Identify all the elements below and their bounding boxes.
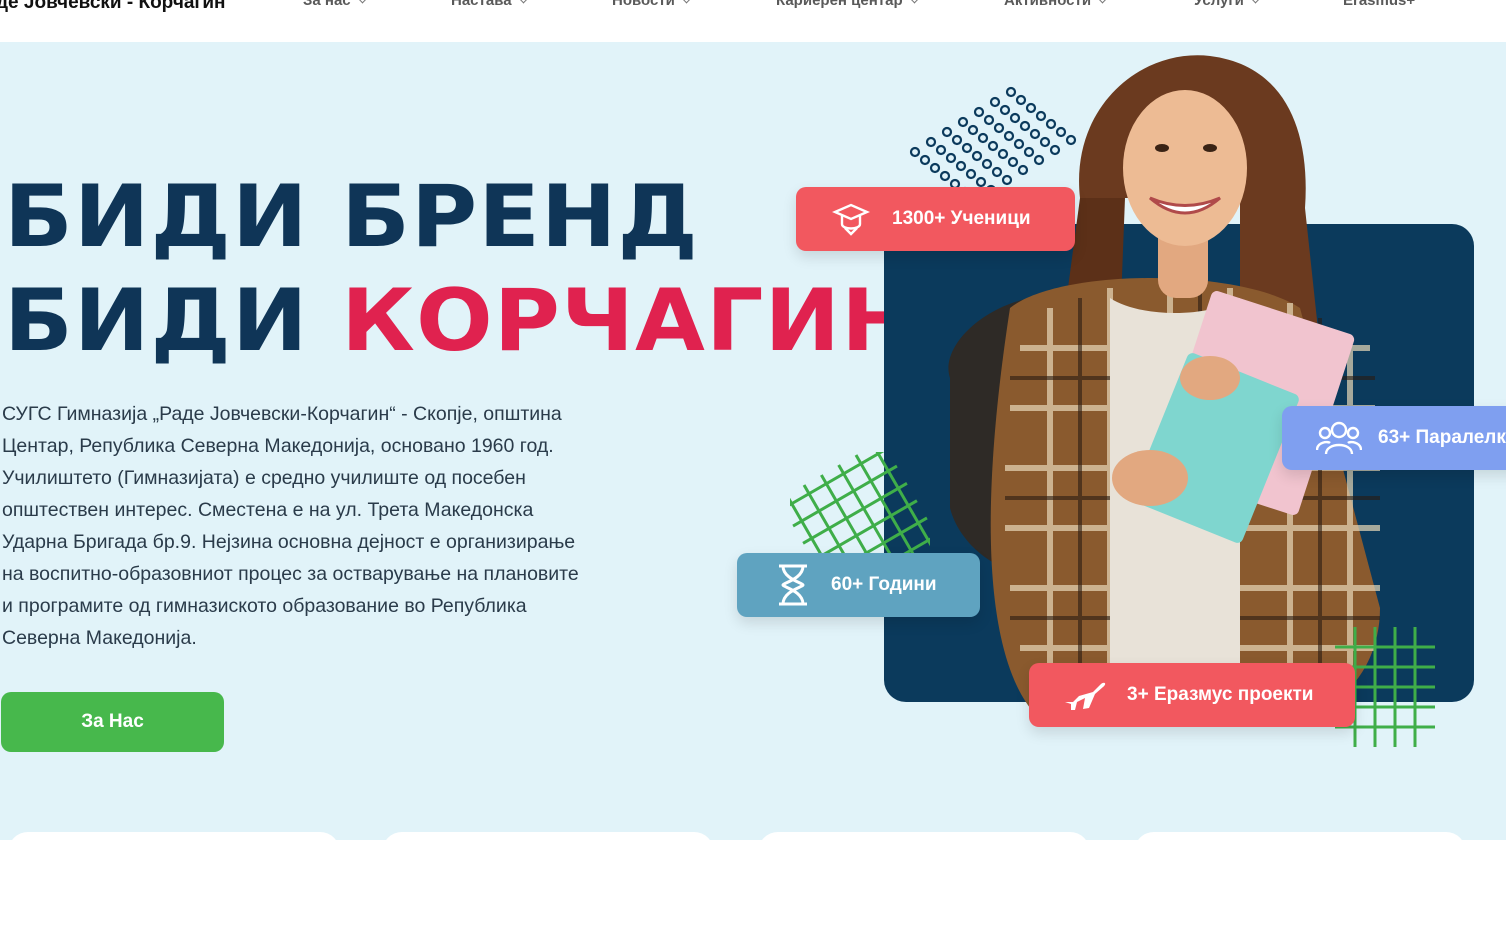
users-group-icon [1316, 418, 1362, 458]
chevron-down-icon [681, 0, 692, 4]
stat-label: 3+ Еразмус проекти [1127, 684, 1314, 705]
hourglass-icon [777, 563, 809, 607]
chevron-down-icon [357, 0, 368, 4]
nav-label: Новости [612, 0, 675, 9]
nav-label: Услуги [1194, 0, 1244, 9]
nav-item-erasmus[interactable]: Erasmus+ [1343, 0, 1415, 9]
stat-label: 1300+ Ученици [892, 208, 1031, 229]
airplane-icon [1063, 678, 1107, 712]
nav-label: Активности [1004, 0, 1092, 9]
feature-card [382, 832, 714, 852]
feature-card [1134, 832, 1466, 852]
nav-label: Кариерен центар [776, 0, 903, 9]
chevron-down-icon [909, 0, 920, 4]
stat-classes: 63+ Паралелк [1282, 406, 1506, 470]
feature-cards-row [0, 832, 1506, 852]
chevron-down-icon [1097, 0, 1108, 4]
nav-item-services[interactable]: Услуги [1194, 0, 1261, 9]
headline-accent: КОРЧАГИН [341, 271, 918, 371]
stat-label: 60+ Години [831, 574, 937, 595]
hero-description: СУГС Гимназија „Раде Јовчевски-Корчагин“… [2, 403, 579, 649]
stat-students: 1300+ Ученици [796, 187, 1075, 251]
top-navigation: де Јовчевски - Корчагин За нас Настава Н… [0, 0, 1506, 42]
site-brand[interactable]: де Јовчевски - Корчагин [0, 0, 225, 14]
stat-erasmus-projects: 3+ Еразмус проекти [1029, 663, 1355, 727]
hero-section: БИДИ БРЕНД БИДИ КОРЧАГИН СУГС Гимназија … [0, 42, 1506, 840]
feature-card [758, 832, 1090, 852]
headline-prefix: БИДИ [4, 271, 342, 371]
chevron-down-icon [518, 0, 529, 4]
graduation-cap-icon [832, 202, 870, 236]
nav-label: Настава [451, 0, 512, 9]
nav-item-about[interactable]: За нас [303, 0, 368, 9]
nav-item-news[interactable]: Новости [612, 0, 692, 9]
stat-label: 63+ Паралелк [1378, 427, 1506, 448]
chevron-down-icon [1250, 0, 1261, 4]
hero-headline-line2: БИДИ КОРЧАГИН [4, 278, 918, 364]
feature-card [8, 832, 340, 852]
about-us-button[interactable]: За Нас [1, 692, 224, 752]
student-photo [948, 55, 1380, 708]
nav-item-career-center[interactable]: Кариерен центар [776, 0, 920, 9]
nav-label: За нас [303, 0, 351, 9]
nav-item-activities[interactable]: Активности [1004, 0, 1108, 9]
nav-item-teaching[interactable]: Настава [451, 0, 529, 9]
hero-headline-line1: БИДИ БРЕНД [4, 167, 700, 267]
nav-label: Erasmus+ [1343, 0, 1416, 9]
stat-years: 60+ Години [737, 553, 980, 617]
